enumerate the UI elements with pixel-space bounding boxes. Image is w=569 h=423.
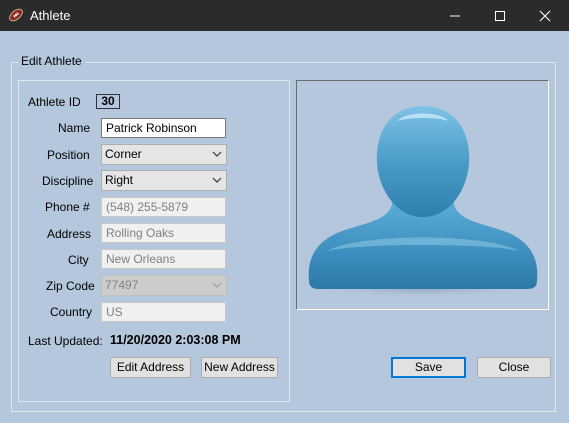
save-button[interactable]: Save	[391, 357, 466, 378]
chevron-down-icon	[212, 177, 222, 183]
close-window-button[interactable]	[522, 0, 568, 31]
close-button[interactable]: Close	[477, 357, 551, 378]
position-select-value: Corner	[105, 147, 142, 161]
address-label: Address	[47, 227, 92, 241]
maximize-button[interactable]	[477, 0, 523, 31]
city-field: New Orleans	[101, 249, 226, 269]
country-label: Country	[50, 305, 93, 319]
edit-address-button[interactable]: Edit Address	[110, 357, 191, 378]
zip-code-select-value: 77497	[105, 278, 139, 292]
country-field: US	[101, 302, 226, 322]
groupbox-legend: Edit Athlete	[18, 54, 85, 68]
discipline-label: Discipline	[42, 174, 94, 188]
discipline-select[interactable]: Right	[101, 170, 227, 191]
title-bar: Athlete	[0, 0, 569, 31]
discipline-select-value: Right	[105, 173, 134, 187]
close-icon	[539, 10, 551, 22]
athlete-photo[interactable]	[296, 80, 549, 310]
new-address-button[interactable]: New Address	[201, 357, 278, 378]
name-input[interactable]: Patrick Robinson	[101, 118, 226, 138]
phone-label: Phone #	[45, 200, 90, 214]
athlete-id-label: Athlete ID	[28, 95, 81, 109]
position-select[interactable]: Corner	[101, 144, 227, 165]
maximize-icon	[495, 11, 505, 21]
phone-field: (548) 255-5879	[101, 197, 226, 217]
chevron-down-icon	[212, 151, 222, 157]
position-label: Position	[47, 148, 90, 162]
football-icon	[8, 7, 24, 23]
city-label: City	[68, 253, 89, 267]
last-updated-label: Last Updated:	[28, 334, 103, 348]
address-field: Rolling Oaks	[101, 223, 226, 243]
athlete-id-value: 30	[96, 94, 120, 109]
last-updated-value: 11/20/2020 2:03:08 PM	[110, 333, 241, 347]
window-title: Athlete	[30, 8, 71, 23]
person-silhouette-icon	[304, 106, 540, 298]
chevron-down-icon	[212, 282, 222, 288]
zip-code-select: 77497	[101, 275, 227, 296]
zip-code-label: Zip Code	[46, 279, 95, 293]
minimize-button[interactable]	[432, 0, 478, 31]
minimize-icon	[450, 15, 460, 17]
name-label: Name	[58, 121, 91, 135]
